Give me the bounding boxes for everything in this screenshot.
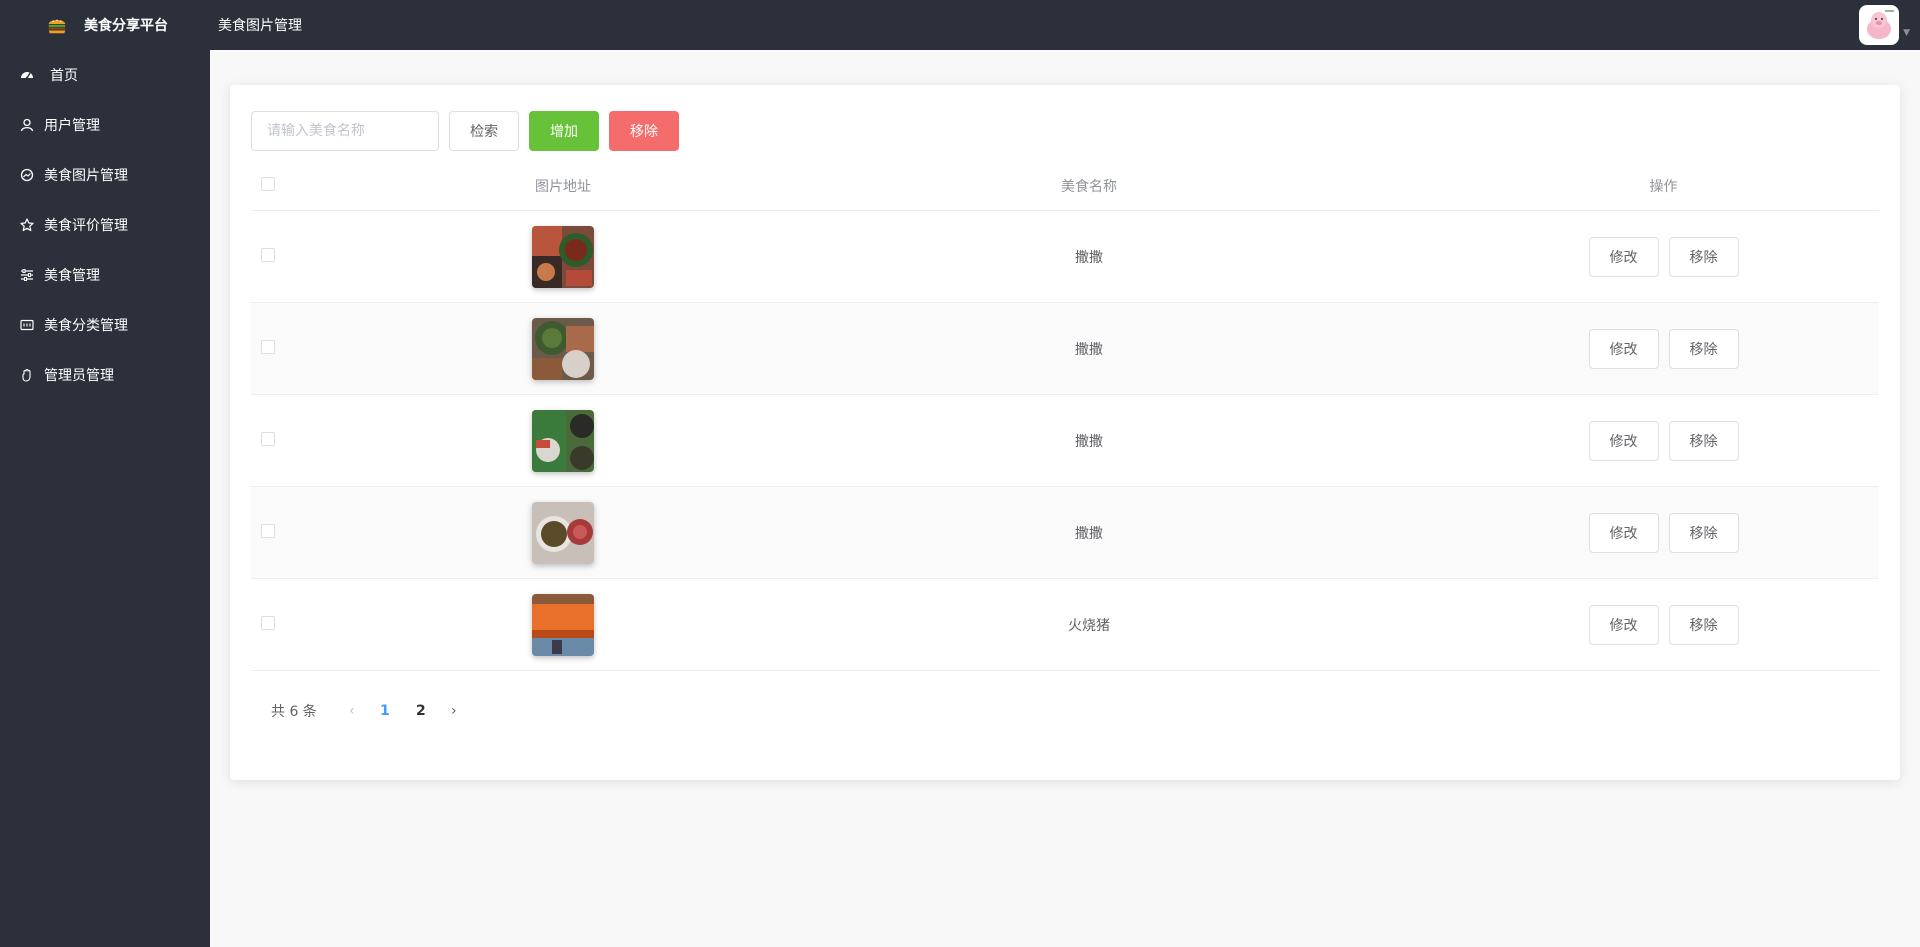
toolbar: 检索 增加 移除 (251, 111, 679, 151)
sidebar-item-label: 美食分类管理 (44, 318, 128, 334)
sidebar-item-food-categories[interactable]: 美食分类管理 (0, 300, 210, 350)
edit-button[interactable]: 修改 (1588, 236, 1659, 277)
sidebar-item-home[interactable]: 首页 (0, 50, 210, 100)
row-remove-button[interactable]: 移除 (1668, 512, 1739, 553)
pig-avatar-icon (1867, 10, 1895, 39)
food-name: 撒撒 (1075, 249, 1103, 266)
sidebar-item-label: 用户管理 (44, 118, 100, 134)
top-header: 美食分享平台 美食图片管理 ▼ (0, 0, 1920, 50)
food-name: 撒撒 (1075, 341, 1103, 358)
page-number-2[interactable]: 2 (403, 703, 439, 719)
user-menu[interactable]: ▼ (1859, 5, 1910, 45)
sidebar-item-food-reviews[interactable]: 美食评价管理 (0, 200, 210, 250)
sidebar-item-label: 管理员管理 (44, 368, 114, 384)
burger-icon (48, 19, 66, 34)
table-row: 撒撒 修改 移除 (251, 303, 1879, 395)
page-title: 美食图片管理 (218, 18, 302, 34)
search-input[interactable] (251, 111, 439, 151)
food-thumbnail[interactable] (532, 409, 594, 472)
row-remove-button[interactable]: 移除 (1668, 604, 1739, 645)
food-thumbnail[interactable] (532, 317, 594, 380)
next-page-icon[interactable]: › (439, 703, 469, 719)
sidebar-item-label: 美食管理 (44, 268, 100, 284)
table-row: 火烧猪 修改 移除 (251, 579, 1879, 671)
star-icon (20, 218, 34, 232)
food-name: 撒撒 (1075, 433, 1103, 450)
dashboard-icon (20, 68, 34, 82)
select-all-checkbox[interactable] (261, 177, 275, 191)
row-checkbox[interactable] (261, 615, 275, 630)
brand-name: 美食分享平台 (84, 18, 168, 34)
row-remove-button[interactable]: 移除 (1668, 420, 1739, 461)
column-header-actions: 操作 (1649, 179, 1678, 195)
add-button[interactable]: 增加 (529, 111, 599, 151)
row-checkbox[interactable] (261, 339, 275, 354)
content-card: 检索 增加 移除 图片地址 美食名称 操作 (230, 85, 1900, 780)
edit-button[interactable]: 修改 (1588, 604, 1659, 645)
row-remove-button[interactable]: 移除 (1668, 328, 1739, 369)
sidebar-item-food[interactable]: 美食管理 (0, 250, 210, 300)
sidebar: 首页 用户管理 美食图片管理 美食评价管理 美食管理 美食分类管理 管理员管理 (0, 50, 210, 947)
row-remove-button[interactable]: 移除 (1668, 236, 1739, 277)
sidebar-item-label: 首页 (50, 68, 78, 84)
food-name: 火烧猪 (1068, 617, 1110, 634)
sidebar-item-admins[interactable]: 管理员管理 (0, 350, 210, 400)
column-header-image: 图片地址 (535, 179, 591, 195)
row-checkbox[interactable] (261, 523, 275, 538)
sliders-icon (20, 268, 34, 282)
food-thumbnail[interactable] (532, 501, 594, 564)
table-row: 撒撒 修改 移除 (251, 395, 1879, 487)
food-image-table: 图片地址 美食名称 操作 撒撒 修改 移除 撒撒 修改 移除 撒撒 修改 移除 … (251, 162, 1879, 671)
table-row: 撒撒 修改 移除 (251, 211, 1879, 303)
edit-button[interactable]: 修改 (1588, 420, 1659, 461)
remove-button[interactable]: 移除 (609, 111, 679, 151)
sidebar-item-food-images[interactable]: 美食图片管理 (0, 150, 210, 200)
user-icon (20, 118, 34, 132)
food-name: 撒撒 (1075, 525, 1103, 542)
edit-button[interactable]: 修改 (1588, 328, 1659, 369)
sidebar-item-label: 美食评价管理 (44, 218, 128, 234)
food-thumbnail[interactable] (532, 225, 594, 288)
table-header: 图片地址 美食名称 操作 (251, 162, 1879, 211)
row-checkbox[interactable] (261, 247, 275, 262)
food-thumbnail[interactable] (532, 593, 594, 656)
page-number-1[interactable]: 1 (367, 703, 403, 719)
picture-icon (20, 168, 34, 182)
prev-page-icon[interactable]: ‹ (337, 703, 367, 719)
edit-button[interactable]: 修改 (1588, 512, 1659, 553)
sidebar-item-users[interactable]: 用户管理 (0, 100, 210, 150)
hand-icon (20, 368, 34, 382)
row-checkbox[interactable] (261, 431, 275, 446)
caret-down-icon[interactable]: ▼ (1903, 28, 1910, 38)
sidebar-item-label: 美食图片管理 (44, 168, 128, 184)
table-row: 撒撒 修改 移除 (251, 487, 1879, 579)
avatar[interactable] (1859, 5, 1900, 45)
brand-logo[interactable]: 美食分享平台 (0, 0, 210, 50)
search-button[interactable]: 检索 (449, 111, 519, 151)
pagination: 共 6 条 ‹ 1 2 › (271, 701, 469, 721)
pagination-total: 共 6 条 (271, 704, 317, 720)
column-header-name: 美食名称 (1061, 179, 1117, 195)
category-icon (20, 318, 34, 332)
